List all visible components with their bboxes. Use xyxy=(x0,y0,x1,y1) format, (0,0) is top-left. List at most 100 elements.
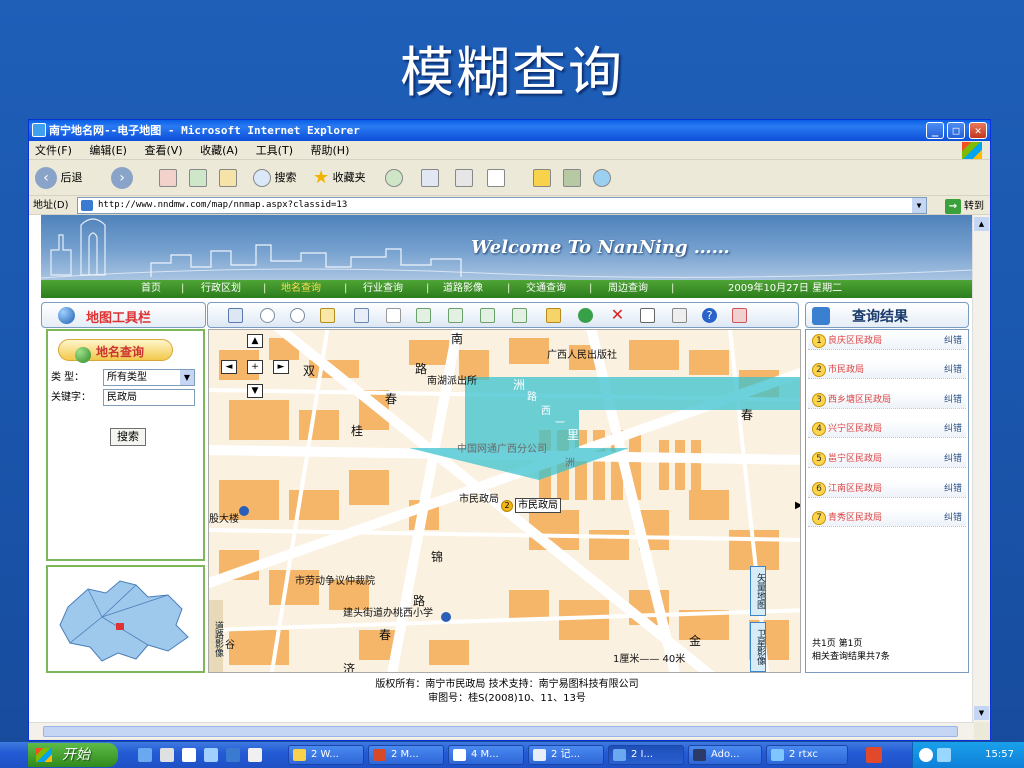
result-item[interactable]: 6 江南区民政局 纠错 xyxy=(808,480,966,498)
road-imagery-toggle[interactable]: 道路影像 xyxy=(210,606,223,672)
nav-districts[interactable]: 行政区划 xyxy=(201,280,241,298)
satellite-map-toggle[interactable]: 卫星影像 xyxy=(750,622,766,672)
taskbar-item[interactable]: 2 M... xyxy=(368,745,444,765)
taskbar-item[interactable]: 2 rtxc xyxy=(766,745,848,765)
result-name[interactable]: 市民政局 xyxy=(828,361,864,379)
menu-file[interactable]: 文件(F) xyxy=(35,144,72,157)
menu-tools[interactable]: 工具(T) xyxy=(256,144,293,157)
tray-icon[interactable] xyxy=(919,748,933,762)
menu-favorites[interactable]: 收藏(A) xyxy=(200,144,238,157)
taskbar-item[interactable]: 2 记... xyxy=(528,745,604,765)
map-canvas[interactable]: ▲ ◄ + ► ▼ 南 广西人民出版社 路 南湖派出所 双 春 桂 中国网通广西… xyxy=(208,329,801,673)
menu-view[interactable]: 查看(V) xyxy=(144,144,182,157)
research-button[interactable] xyxy=(563,166,581,190)
pan-down-button[interactable]: ▼ xyxy=(247,384,263,398)
taskbar-item[interactable]: 4 M... xyxy=(448,745,524,765)
quicklaunch-icon[interactable] xyxy=(248,748,262,762)
quicklaunch-icon[interactable] xyxy=(226,748,240,762)
favorites-button[interactable]: ★ 收藏夹 xyxy=(313,166,366,190)
folder-button[interactable] xyxy=(533,166,551,190)
result-correct-link[interactable]: 纠错 xyxy=(944,391,962,409)
nav-industry-query[interactable]: 行业查询 xyxy=(363,280,403,298)
search-submit-button[interactable]: 搜索 xyxy=(110,428,146,446)
result-correct-link[interactable]: 纠错 xyxy=(944,480,962,498)
edit-button[interactable] xyxy=(487,166,505,190)
nav-home[interactable]: 首页 xyxy=(141,280,161,298)
result-item[interactable]: 3 西乡塘区民政局 纠错 xyxy=(808,391,966,409)
pan-hand-icon[interactable] xyxy=(386,308,401,323)
quicklaunch-icon[interactable] xyxy=(160,748,174,762)
go-button[interactable]: → 转到 xyxy=(945,197,984,216)
full-extent-icon[interactable] xyxy=(228,308,243,323)
result-name[interactable]: 江南区民政局 xyxy=(828,480,882,498)
menu-edit[interactable]: 编辑(E) xyxy=(89,144,127,157)
zoom-in-icon[interactable] xyxy=(260,308,275,323)
result-correct-link[interactable]: 纠错 xyxy=(944,509,962,527)
result-item[interactable]: 2 市民政局 纠错 xyxy=(808,361,966,379)
minimize-button[interactable]: _ xyxy=(926,122,944,139)
type-select[interactable]: 所有类型 ▼ xyxy=(103,369,195,386)
messenger-button[interactable] xyxy=(593,166,611,190)
address-input[interactable]: http://www.nndmw.com/map/nnmap.aspx?clas… xyxy=(77,197,927,214)
taskbar-item[interactable]: Ado... xyxy=(688,745,762,765)
result-correct-link[interactable]: 纠错 xyxy=(944,332,962,350)
vertical-scrollbar[interactable]: ▲ ▼ xyxy=(972,215,990,722)
quicklaunch-ie-icon[interactable] xyxy=(138,748,152,762)
scroll-up-icon[interactable]: ▲ xyxy=(974,217,989,231)
result-correct-link[interactable]: 纠错 xyxy=(944,361,962,379)
result-item[interactable]: 5 邕宁区民政局 纠错 xyxy=(808,450,966,468)
nav-nearby-query[interactable]: 周边查询 xyxy=(608,280,648,298)
home-button[interactable] xyxy=(219,166,237,190)
pointer-icon[interactable] xyxy=(416,308,431,323)
history-button[interactable] xyxy=(385,166,403,190)
close-button[interactable]: ✕ xyxy=(969,122,987,139)
clear-icon[interactable]: ✕ xyxy=(610,307,625,323)
result-name[interactable]: 青秀区民政局 xyxy=(828,509,882,527)
print-map-icon[interactable] xyxy=(672,308,687,323)
print-button[interactable] xyxy=(455,166,473,190)
result-correct-link[interactable]: 纠错 xyxy=(944,420,962,438)
window-titlebar[interactable]: 南宁地名网--电子地图 - Microsoft Internet Explore… xyxy=(29,120,990,141)
result-correct-link[interactable]: 纠错 xyxy=(944,450,962,468)
zoom-out-icon[interactable] xyxy=(290,308,305,323)
nav-place-query[interactable]: 地名查询 xyxy=(281,280,321,298)
forward-button[interactable]: › xyxy=(111,166,133,190)
settings-icon[interactable] xyxy=(732,308,747,323)
result-item[interactable]: 4 兴宁区民政局 纠错 xyxy=(808,420,966,438)
result-marker-label[interactable]: 市民政局 xyxy=(515,498,561,513)
result-name[interactable]: 兴宁区民政局 xyxy=(828,420,882,438)
taskbar-item-active[interactable]: 2 I... xyxy=(608,745,684,765)
point-query-icon[interactable] xyxy=(512,308,527,323)
overview-map[interactable] xyxy=(46,565,205,673)
measure-icon[interactable] xyxy=(448,308,463,323)
tray-icon[interactable] xyxy=(937,748,951,762)
taskbar-item[interactable]: 2 W... xyxy=(288,745,364,765)
pan-left-button[interactable]: ◄ xyxy=(221,360,237,374)
pan-right-button[interactable]: ► xyxy=(273,360,289,374)
keyword-input[interactable]: 民政局 xyxy=(103,389,195,406)
select-box-icon[interactable] xyxy=(320,308,335,323)
result-item[interactable]: 7 青秀区民政局 纠错 xyxy=(808,509,966,527)
help-icon[interactable]: ? xyxy=(702,308,717,323)
quicklaunch-icon[interactable] xyxy=(204,748,218,762)
horizontal-scroll-thumb[interactable] xyxy=(43,726,958,737)
comment-icon[interactable] xyxy=(578,308,593,323)
result-name[interactable]: 良庆区民政局 xyxy=(828,332,882,350)
horizontal-scrollbar[interactable] xyxy=(29,722,974,739)
stop-button[interactable] xyxy=(159,166,177,190)
start-button[interactable]: 开始 xyxy=(28,743,118,767)
result-item[interactable]: 1 良庆区民政局 纠错 xyxy=(808,332,966,350)
info-window-icon[interactable] xyxy=(354,308,369,323)
nav-road-imagery[interactable]: 道路影像 xyxy=(443,280,483,298)
mail-button[interactable] xyxy=(421,166,439,190)
collapse-arrow-icon[interactable]: ▶ xyxy=(795,500,800,511)
pan-center-button[interactable]: + xyxy=(247,360,263,374)
ruler-icon[interactable] xyxy=(546,308,561,323)
back-button[interactable]: ‹ 后退 xyxy=(35,166,83,190)
area-icon[interactable] xyxy=(480,308,495,323)
search-button[interactable]: 搜索 xyxy=(253,166,297,190)
nav-traffic-query[interactable]: 交通查询 xyxy=(526,280,566,298)
input-method-icon[interactable] xyxy=(866,747,882,763)
scroll-down-icon[interactable]: ▼ xyxy=(974,706,989,720)
address-dropdown-icon[interactable]: ▼ xyxy=(912,198,926,213)
